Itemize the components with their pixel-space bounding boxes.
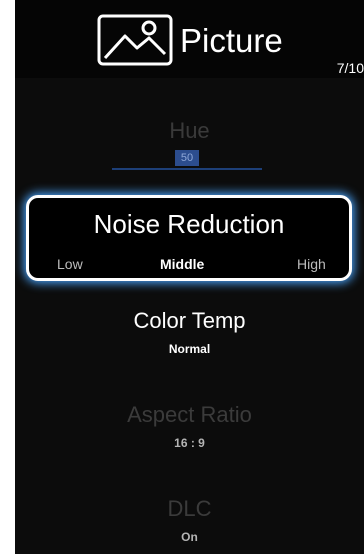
menu-title: Picture	[180, 22, 283, 59]
hue-value: 50	[175, 150, 199, 166]
menu-item-hue[interactable]: Hue	[15, 118, 364, 144]
noise-reduction-label: Noise Reduction	[93, 209, 285, 239]
color-temp-label: Color Temp	[133, 308, 246, 333]
dlc-label: DLC	[167, 496, 212, 521]
menu-item-color-temp[interactable]: Color Temp Normal	[15, 308, 364, 356]
menu-item-aspect-ratio[interactable]: Aspect Ratio 16 : 9	[15, 402, 364, 450]
menu-item-noise-reduction[interactable]: Noise Reduction Low Middle High	[26, 195, 352, 281]
aspect-ratio-value: 16 : 9	[174, 436, 205, 450]
page-indicator: 7/10	[336, 60, 364, 76]
aspect-ratio-label: Aspect Ratio	[127, 402, 252, 427]
noise-reduction-option-high[interactable]: High	[297, 256, 326, 272]
tv-menu-screen: Picture 7/10 Hue 50 Noise Reduction Low …	[15, 0, 364, 554]
color-temp-value: Normal	[168, 342, 211, 356]
hue-label: Hue	[169, 118, 210, 143]
picture-icon	[97, 14, 173, 66]
menu-header: Picture 7/10	[15, 0, 364, 78]
hue-slider[interactable]	[112, 168, 262, 170]
noise-reduction-option-middle[interactable]: Middle	[160, 256, 204, 272]
menu-item-dlc[interactable]: DLC On	[15, 496, 364, 544]
noise-reduction-option-low[interactable]: Low	[57, 256, 83, 272]
dlc-value: On	[181, 530, 198, 544]
